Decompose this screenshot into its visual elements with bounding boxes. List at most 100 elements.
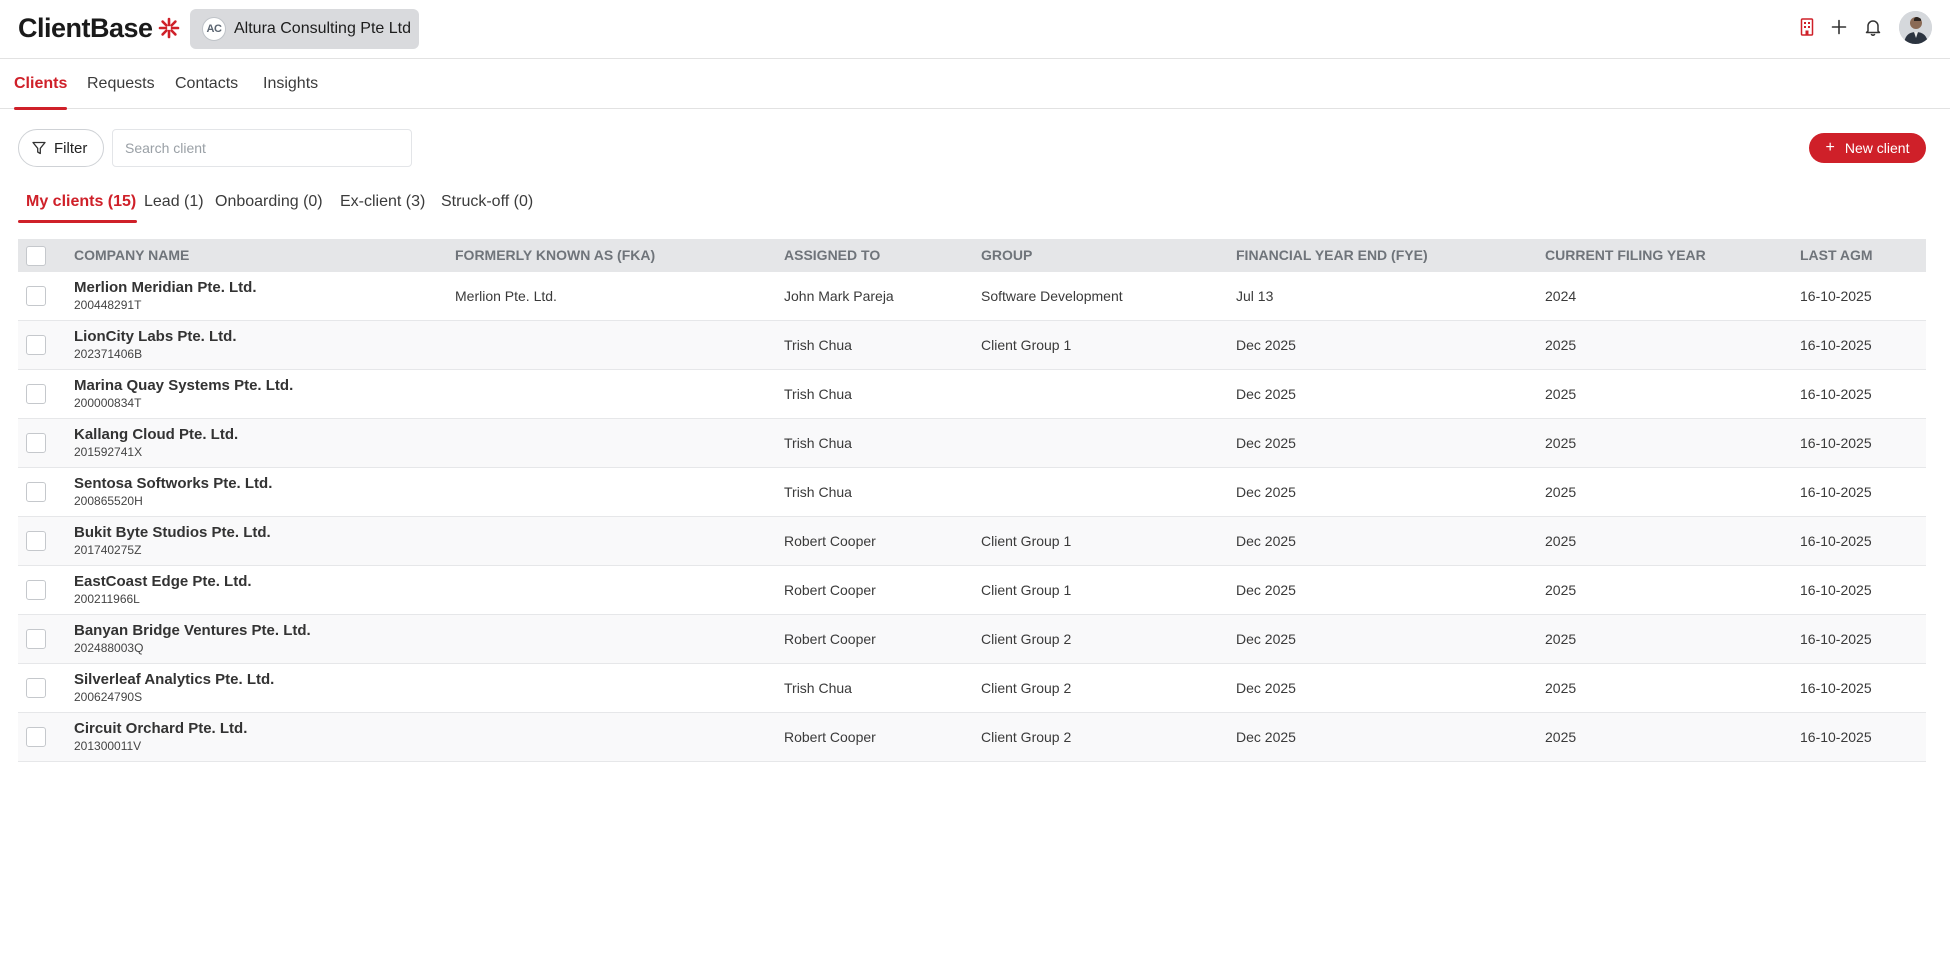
company-name[interactable]: Merlion Meridian Pte. Ltd.	[74, 279, 257, 296]
row-checkbox[interactable]	[26, 531, 46, 551]
cell-assigned-to: Robert Cooper	[784, 582, 876, 598]
cell-group: Client Group 1	[981, 533, 1072, 549]
cell-fye: Dec 2025	[1236, 533, 1296, 549]
cell-filing-year: 2025	[1545, 386, 1577, 402]
search-input[interactable]	[112, 129, 412, 167]
column-header-filing-year[interactable]: CURRENT FILING YEAR	[1545, 239, 1706, 272]
org-switcher[interactable]: AC Altura Consulting Pte Ltd	[190, 9, 419, 49]
company-name[interactable]: EastCoast Edge Pte. Ltd.	[74, 573, 252, 590]
tab-requests[interactable]: Requests	[87, 59, 155, 109]
filter-icon	[32, 141, 46, 155]
cell-assigned-to: Trish Chua	[784, 435, 852, 451]
bell-icon[interactable]	[1861, 15, 1885, 39]
column-header-last-agm[interactable]: LAST AGM	[1800, 239, 1873, 272]
cell-last-agm: 16-10-2025	[1800, 337, 1872, 353]
status-tab-struck-off[interactable]: Struck-off (0)	[441, 188, 533, 224]
row-checkbox[interactable]	[26, 678, 46, 698]
cell-assigned-to: Trish Chua	[784, 337, 852, 353]
cell-last-agm: 16-10-2025	[1800, 680, 1872, 696]
column-header-company-name[interactable]: COMPANY NAME	[74, 239, 189, 272]
status-tab-lead[interactable]: Lead (1)	[144, 188, 204, 224]
app-logo[interactable]: ClientBase	[18, 12, 181, 44]
org-avatar: AC	[202, 17, 226, 41]
table-row[interactable]: EastCoast Edge Pte. Ltd. 200211966L Robert…	[18, 566, 1926, 615]
status-tab-indicator	[18, 220, 137, 223]
cell-filing-year: 2025	[1545, 533, 1577, 549]
building-icon[interactable]	[1795, 15, 1819, 39]
cell-group: Client Group 1	[981, 582, 1072, 598]
column-header-assigned-to[interactable]: ASSIGNED TO	[784, 239, 880, 272]
cell-filing-year: 2025	[1545, 680, 1577, 696]
table-row[interactable]: Merlion Meridian Pte. Ltd. 200448291T Merl…	[18, 272, 1926, 321]
column-header-fye[interactable]: FINANCIAL YEAR END (FYE)	[1236, 239, 1428, 272]
filter-button[interactable]: Filter	[18, 129, 104, 167]
row-checkbox[interactable]	[26, 433, 46, 453]
cell-group: Client Group 1	[981, 337, 1072, 353]
row-checkbox[interactable]	[26, 482, 46, 502]
new-client-button[interactable]: + New client	[1809, 133, 1926, 163]
cell-fye: Dec 2025	[1236, 582, 1296, 598]
table-row[interactable]: Circuit Orchard Pte. Ltd. 201300011V Rober…	[18, 713, 1926, 762]
filter-label: Filter	[54, 139, 88, 157]
company-registration-number: 200624790S	[74, 690, 143, 704]
status-tab-ex-client[interactable]: Ex-client (3)	[340, 188, 425, 224]
company-registration-number: 200000834T	[74, 396, 142, 410]
user-avatar[interactable]	[1899, 11, 1932, 44]
new-client-label: New client	[1844, 140, 1910, 156]
table-row[interactable]: Bukit Byte Studios Pte. Ltd. 201740275Z Ro…	[18, 517, 1926, 566]
row-checkbox[interactable]	[26, 335, 46, 355]
table-row[interactable]: Kallang Cloud Pte. Ltd. 201592741X Trish C…	[18, 419, 1926, 468]
table-row[interactable]: LionCity Labs Pte. Ltd. 202371406B Trish C…	[18, 321, 1926, 370]
plus-icon[interactable]	[1827, 15, 1851, 39]
company-name[interactable]: Sentosa Softworks Pte. Ltd.	[74, 475, 272, 492]
company-registration-number: 201740275Z	[74, 543, 142, 557]
cell-assigned-to: Trish Chua	[784, 484, 852, 500]
status-tab-my-clients[interactable]: My clients (15)	[26, 188, 136, 224]
company-name[interactable]: Bukit Byte Studios Pte. Ltd.	[74, 524, 271, 541]
column-header-fka[interactable]: FORMERLY KNOWN AS (FKA)	[455, 239, 655, 272]
cell-filing-year: 2025	[1545, 729, 1577, 745]
company-name[interactable]: Kallang Cloud Pte. Ltd.	[74, 426, 238, 443]
tab-contacts[interactable]: Contacts	[175, 59, 238, 109]
cell-last-agm: 16-10-2025	[1800, 288, 1872, 304]
cell-fye: Dec 2025	[1236, 631, 1296, 647]
row-checkbox[interactable]	[26, 727, 46, 747]
table-row[interactable]: Sentosa Softworks Pte. Ltd. 200865520H Tri…	[18, 468, 1926, 517]
table-row[interactable]: Silverleaf Analytics Pte. Ltd. 200624790S…	[18, 664, 1926, 713]
status-tab-onboarding[interactable]: Onboarding (0)	[215, 188, 323, 224]
company-name[interactable]: Circuit Orchard Pte. Ltd.	[74, 720, 247, 737]
company-name[interactable]: Silverleaf Analytics Pte. Ltd.	[74, 671, 274, 688]
tab-clients[interactable]: Clients	[14, 59, 68, 110]
cell-assigned-to: Robert Cooper	[784, 631, 876, 647]
cell-last-agm: 16-10-2025	[1800, 582, 1872, 598]
company-name[interactable]: LionCity Labs Pte. Ltd.	[74, 328, 237, 345]
tab-insights[interactable]: Insights	[263, 59, 318, 109]
plus-icon: +	[1825, 139, 1835, 156]
cell-filing-year: 2025	[1545, 337, 1577, 353]
cell-fka: Merlion Pte. Ltd.	[455, 288, 557, 304]
row-checkbox[interactable]	[26, 629, 46, 649]
cell-group: Client Group 2	[981, 729, 1072, 745]
row-checkbox[interactable]	[26, 286, 46, 306]
cell-last-agm: 16-10-2025	[1800, 435, 1872, 451]
company-name[interactable]: Marina Quay Systems Pte. Ltd.	[74, 377, 293, 394]
cell-filing-year: 2025	[1545, 582, 1577, 598]
table-body: Merlion Meridian Pte. Ltd. 200448291T Merl…	[18, 272, 1926, 762]
cell-fye: Dec 2025	[1236, 484, 1296, 500]
cell-assigned-to: Trish Chua	[784, 680, 852, 696]
column-header-group[interactable]: GROUP	[981, 239, 1032, 272]
cell-filing-year: 2025	[1545, 435, 1577, 451]
select-all-checkbox[interactable]	[26, 246, 46, 266]
row-checkbox[interactable]	[26, 384, 46, 404]
company-registration-number: 202371406B	[74, 347, 143, 361]
main-nav: Clients Requests Contacts Insights	[0, 59, 1950, 110]
table-row[interactable]: Marina Quay Systems Pte. Ltd. 200000834T T…	[18, 370, 1926, 419]
cell-last-agm: 16-10-2025	[1800, 484, 1872, 500]
row-checkbox[interactable]	[26, 580, 46, 600]
cell-fye: Dec 2025	[1236, 435, 1296, 451]
table-row[interactable]: Banyan Bridge Ventures Pte. Ltd. 20248800…	[18, 615, 1926, 664]
cell-assigned-to: Robert Cooper	[784, 533, 876, 549]
company-registration-number: 200211966L	[74, 592, 140, 606]
company-name[interactable]: Banyan Bridge Ventures Pte. Ltd.	[74, 622, 311, 639]
logo-mark-icon	[158, 17, 179, 39]
